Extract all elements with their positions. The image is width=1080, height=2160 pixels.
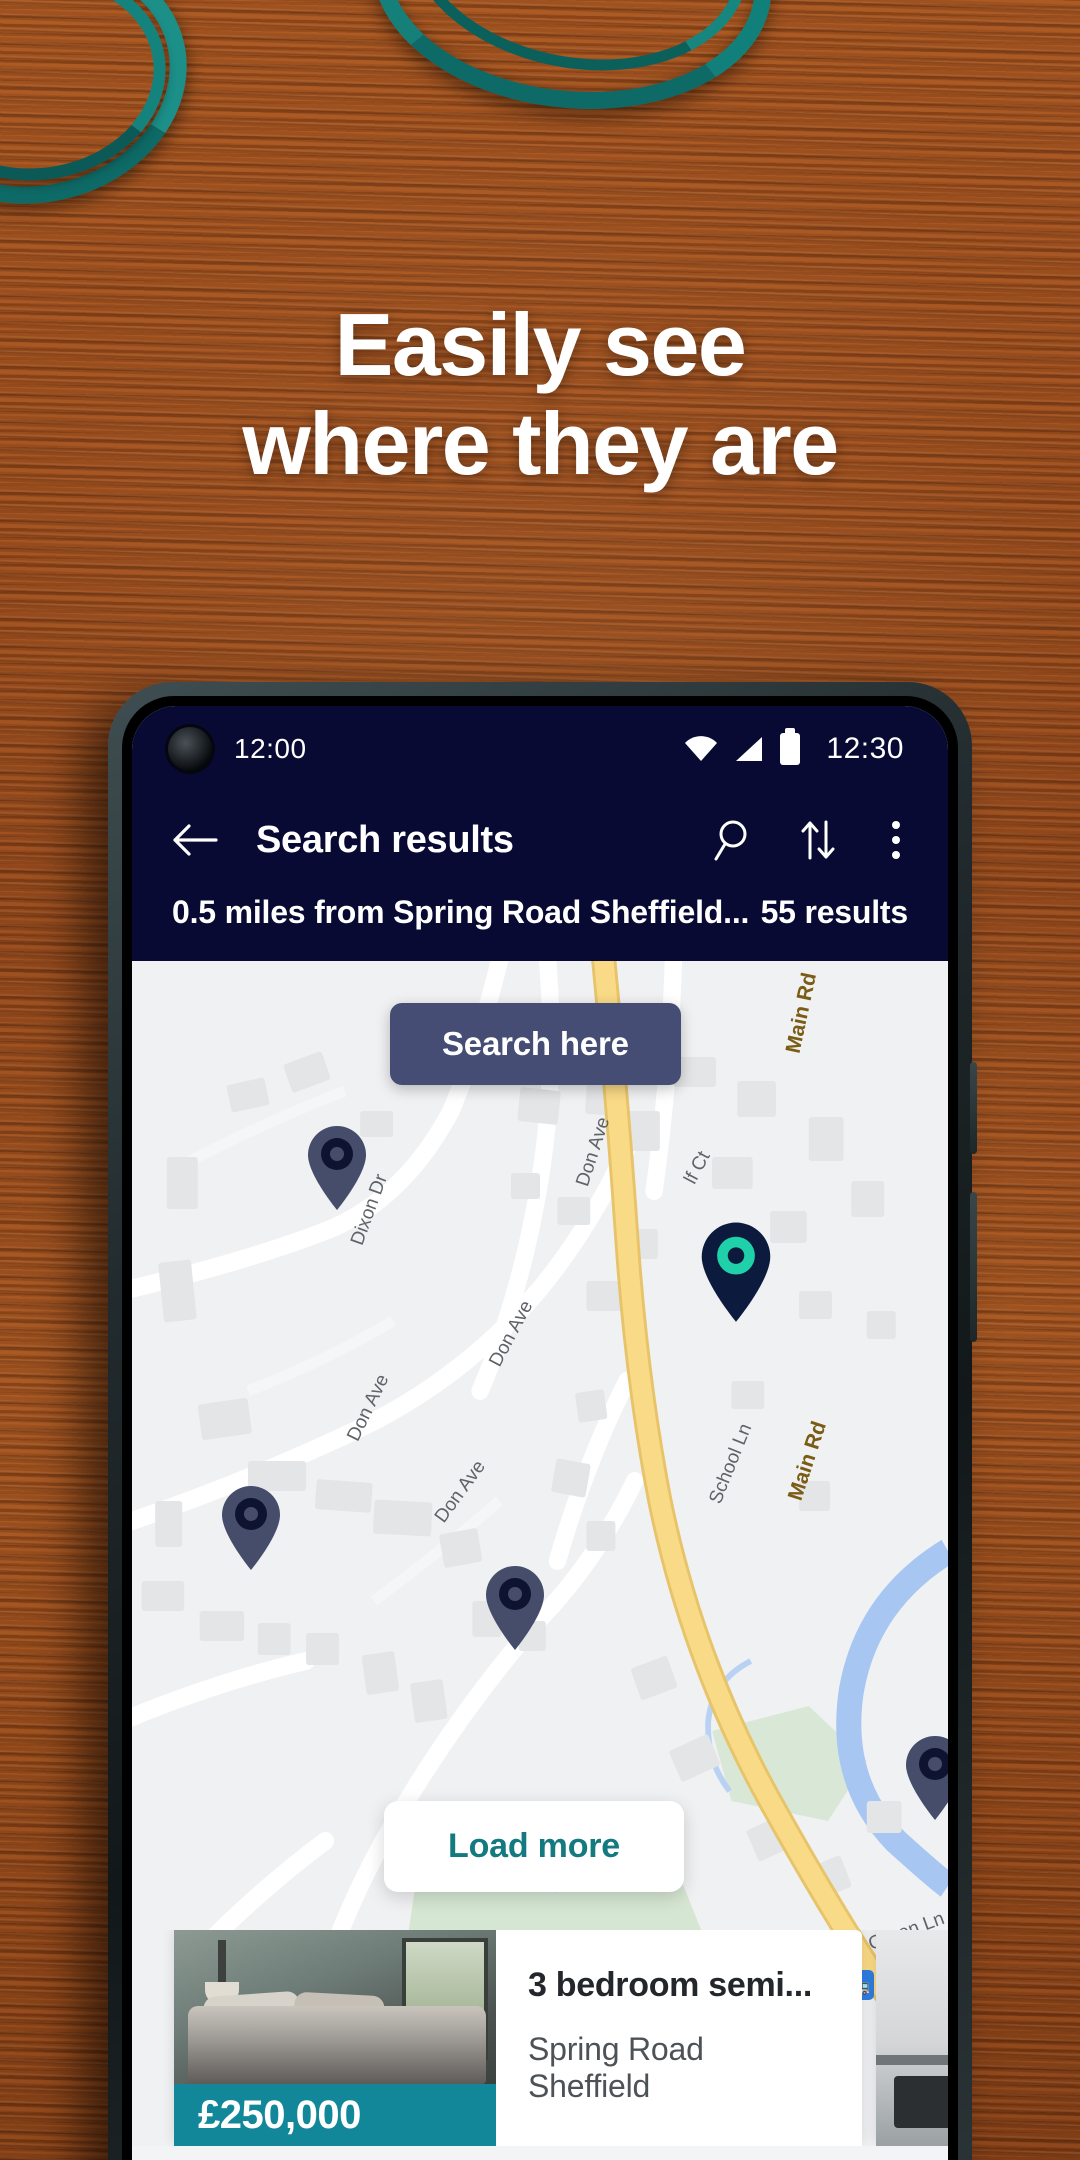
load-more-button[interactable]: Load more xyxy=(384,1801,685,1892)
signal-icon xyxy=(736,737,763,761)
status-time-right: 12:30 xyxy=(826,732,904,765)
search-summary-bar: 0.5 miles from Spring Road Sheffield... … xyxy=(132,888,948,961)
search-here-button[interactable]: Search here xyxy=(390,1003,681,1085)
map-pin-5[interactable] xyxy=(902,1733,948,1821)
search-icon[interactable] xyxy=(712,818,752,862)
photo-lamp xyxy=(205,1940,239,2004)
app-bar-actions xyxy=(712,817,908,863)
overflow-menu-icon[interactable] xyxy=(884,817,908,863)
power-button[interactable] xyxy=(970,1062,977,1154)
headline-line-2: where they are xyxy=(242,393,839,493)
property-photo-next xyxy=(876,1930,948,2146)
menu-dot xyxy=(892,851,900,859)
property-price: £250,000 xyxy=(174,2084,496,2146)
front-camera-punch-hole xyxy=(168,727,212,771)
menu-dot xyxy=(892,836,900,844)
page-title: Search results xyxy=(256,818,514,861)
status-time-left: 12:00 xyxy=(234,733,307,764)
status-indicators: 12:30 xyxy=(684,728,904,766)
search-origin-text[interactable]: 0.5 miles from Spring Road Sheffield... xyxy=(172,894,749,931)
battery-icon xyxy=(780,728,801,765)
phone-mockup: 12:00 12:30 Search results 0.5 miles fro… xyxy=(108,682,977,2160)
marketing-headline: Easily see where they are xyxy=(0,295,1080,493)
app-bar: Search results xyxy=(132,792,948,888)
map-view[interactable]: Dixon Dr Don Ave Don Ave Don Ave Don Ave Scho… xyxy=(132,961,948,2146)
property-card[interactable]: £250,000 3 bedroom semi... Spring Road S… xyxy=(174,1930,862,2146)
property-card-body: 3 bedroom semi... Spring Road Sheffield xyxy=(496,1930,862,2146)
map-pin-1[interactable] xyxy=(304,1123,370,1211)
property-address: Spring Road Sheffield xyxy=(528,2031,704,2104)
map-pin-2[interactable] xyxy=(697,1219,775,1323)
wifi-icon xyxy=(685,736,718,761)
back-arrow-icon[interactable] xyxy=(172,823,218,857)
sort-icon[interactable] xyxy=(798,818,838,862)
phone-screen: 12:00 12:30 Search results 0.5 miles fro… xyxy=(132,706,948,2160)
map-pin-4[interactable] xyxy=(482,1563,548,1651)
phone-bezel: 12:00 12:30 Search results 0.5 miles fro… xyxy=(122,696,958,2160)
property-card-carousel[interactable]: £250,000 3 bedroom semi... Spring Road S… xyxy=(132,1930,948,2146)
volume-button[interactable] xyxy=(970,1192,977,1342)
photo-bed xyxy=(188,2006,486,2084)
menu-dot xyxy=(892,821,900,829)
result-count-text: 55 results xyxy=(760,894,909,930)
property-photo: £250,000 xyxy=(174,1930,496,2146)
property-title: 3 bedroom semi... xyxy=(528,1966,812,2004)
map-pin-3[interactable] xyxy=(218,1483,284,1571)
status-bar: 12:00 12:30 xyxy=(132,706,948,792)
headline-line-1: Easily see xyxy=(334,295,747,394)
property-card-next[interactable] xyxy=(876,1930,948,2146)
